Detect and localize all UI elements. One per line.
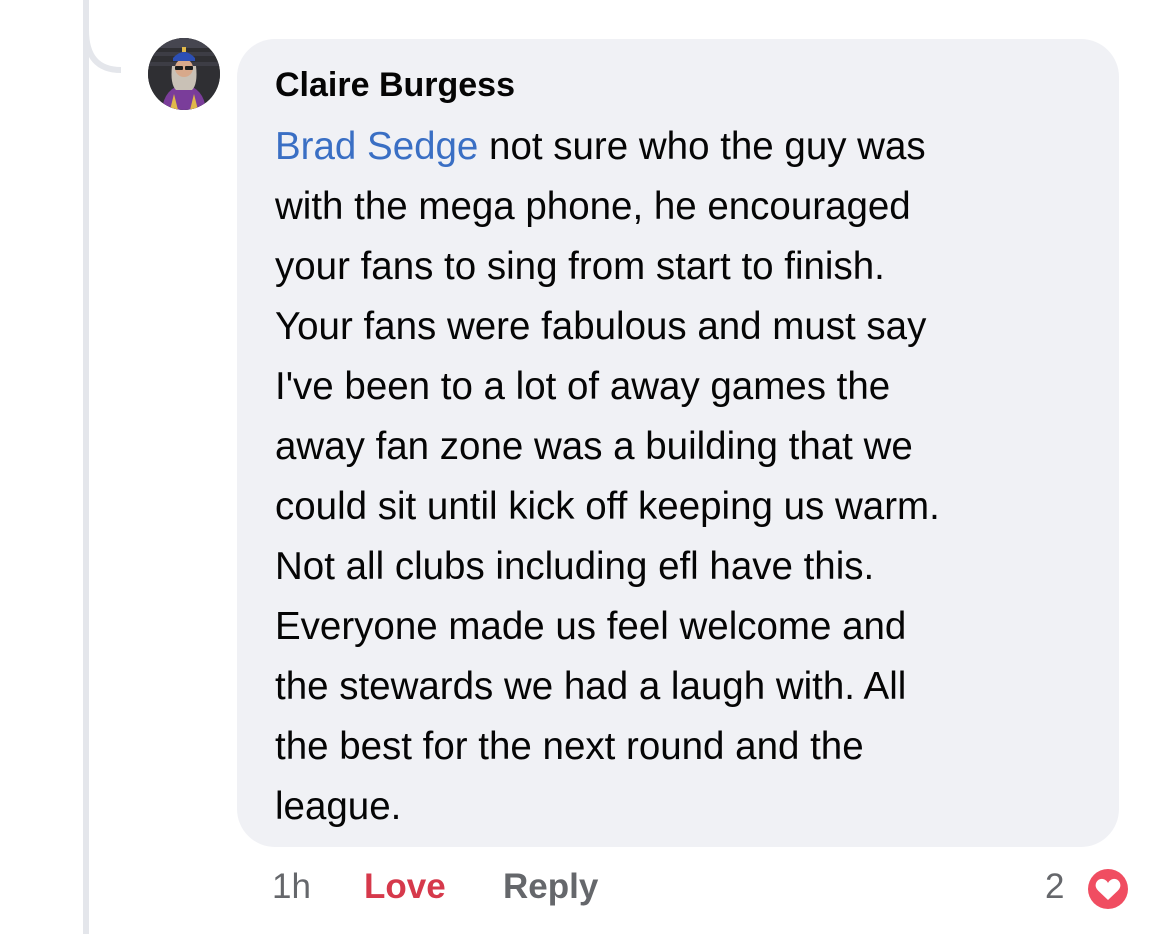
comment-line-text: not sure who the guy was bbox=[478, 125, 926, 168]
comment-line: the stewards we had a laugh with. All bbox=[275, 665, 907, 708]
thread-line bbox=[83, 0, 89, 934]
comment-bubble: Claire Burgess Brad Sedge not sure who t… bbox=[237, 39, 1119, 847]
comment-line: Not all clubs including efl have this. bbox=[275, 545, 875, 588]
comment-line: away fan zone was a building that we bbox=[275, 425, 913, 468]
comment-thread: Claire Burgess Brad Sedge not sure who t… bbox=[0, 0, 1155, 934]
reply-button[interactable]: Reply bbox=[503, 862, 598, 912]
comment-text: Brad Sedge not sure who the guy was with… bbox=[275, 117, 1095, 837]
comment-line: with the mega phone, he encouraged bbox=[275, 185, 911, 228]
comment-line: I've been to a lot of away games the bbox=[275, 365, 891, 408]
avatar-image bbox=[148, 38, 220, 110]
mention-link[interactable]: Brad Sedge bbox=[275, 125, 478, 168]
comment-line: Brad Sedge not sure who the guy was bbox=[275, 117, 1095, 177]
comment-line: the best for the next round and the bbox=[275, 725, 864, 768]
comment-line: your fans to sing from start to finish. bbox=[275, 245, 885, 288]
reaction-count[interactable]: 2 bbox=[1045, 862, 1064, 912]
comment-line: Everyone made us feel welcome and bbox=[275, 605, 907, 648]
love-reaction-button[interactable]: Love bbox=[364, 862, 446, 912]
comment-actions: 1h Love Reply 2 bbox=[0, 862, 1155, 912]
thread-connector-curve bbox=[83, 0, 122, 73]
avatar[interactable] bbox=[148, 38, 220, 110]
comment-line: could sit until kick off keeping us warm… bbox=[275, 485, 940, 528]
heart-icon[interactable] bbox=[1083, 864, 1133, 914]
comment-line: league. bbox=[275, 785, 402, 828]
comment-line: Your fans were fabulous and must say bbox=[275, 305, 927, 348]
comment-author-name[interactable]: Claire Burgess bbox=[275, 65, 1089, 109]
comment-timestamp[interactable]: 1h bbox=[272, 862, 311, 912]
